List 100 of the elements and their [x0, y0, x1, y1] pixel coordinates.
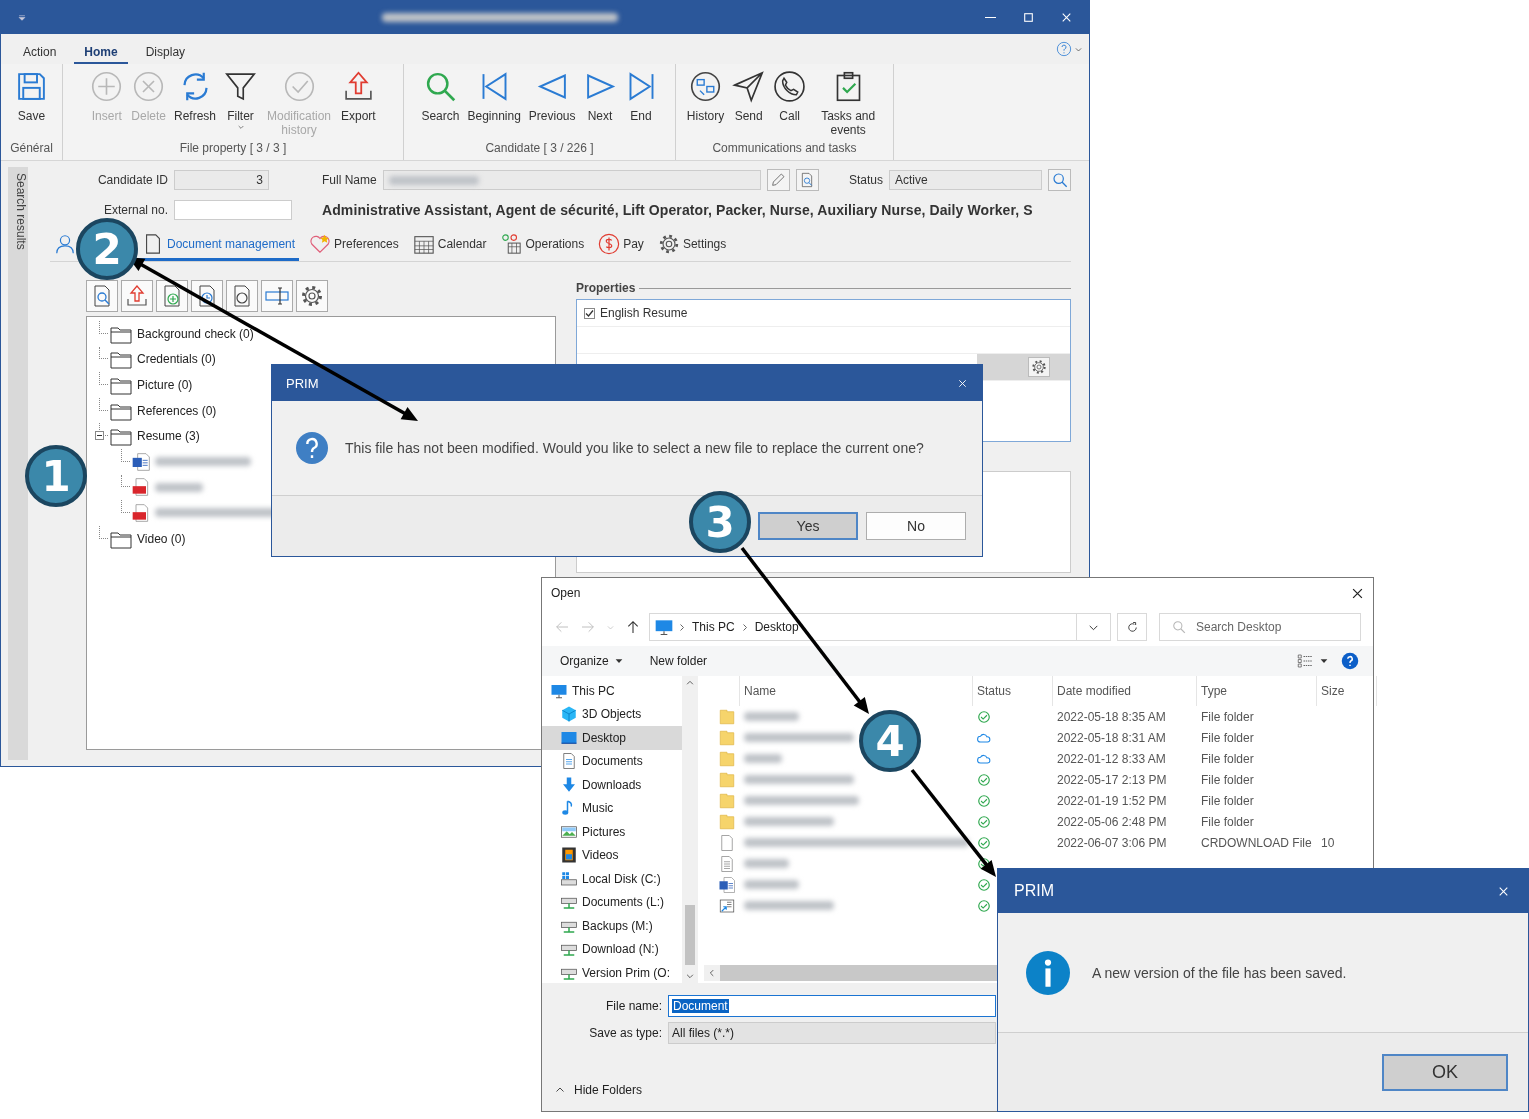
- edit-button[interactable]: [766, 169, 790, 191]
- column-header[interactable]: Size: [1317, 676, 1377, 706]
- nav-item[interactable]: Documents: [542, 749, 682, 773]
- nav-item[interactable]: Local Disk (C:): [542, 867, 682, 891]
- ribbon-button[interactable]: Refresh: [171, 68, 219, 125]
- column-header[interactable]: Type: [1197, 676, 1317, 706]
- nav-item[interactable]: This PC: [542, 679, 682, 703]
- nav-item[interactable]: Music: [542, 796, 682, 820]
- field-value: Document: [672, 998, 729, 1013]
- scrollbar-thumb[interactable]: [685, 905, 695, 965]
- tree-item[interactable]: Picture (0): [137, 378, 193, 392]
- tree-item[interactable]: Video (0): [137, 531, 186, 546]
- nav-item[interactable]: Version Prim (O:: [542, 961, 682, 983]
- section-tab[interactable]: Preferences: [305, 229, 403, 261]
- nav-item[interactable]: 3D Objects: [542, 702, 682, 726]
- close-button[interactable]: [957, 377, 968, 389]
- drive-icon: [560, 869, 578, 888]
- breadcrumb[interactable]: Desktop: [752, 620, 801, 634]
- settings-icon: [300, 284, 324, 308]
- table-cell-text: 2022-01-19 1:52 PM: [1056, 793, 1168, 808]
- refresh-button[interactable]: [1117, 613, 1147, 641]
- toolbar-button[interactable]: Organize: [560, 654, 624, 668]
- word-file-icon: [131, 451, 151, 472]
- callout-badge: 1: [25, 445, 87, 507]
- address-bar[interactable]: This PC Desktop: [649, 613, 1111, 641]
- side-tab[interactable]: Search results: [8, 167, 28, 760]
- ribbon-button[interactable]: End: [621, 68, 661, 125]
- table-cell-text: File folder: [1200, 709, 1255, 724]
- collapse-icon[interactable]: [95, 431, 104, 441]
- search-field[interactable]: Search Desktop: [1159, 613, 1361, 641]
- nav-item[interactable]: Downloads: [542, 773, 682, 797]
- dialog-button[interactable]: OK: [1382, 1053, 1508, 1091]
- dialog-button[interactable]: No: [866, 512, 966, 540]
- column-header[interactable]: Status: [973, 676, 1053, 706]
- dialog-message: A new version of the file has been saved.: [1092, 964, 1347, 981]
- text-file-icon: [718, 854, 736, 873]
- ribbon-button[interactable]: Save: [12, 68, 51, 125]
- clock-icon: [689, 70, 722, 103]
- search-button[interactable]: [1048, 169, 1071, 191]
- nav-item[interactable]: Pictures: [542, 820, 682, 844]
- documents-icon: [560, 752, 578, 771]
- name-field[interactable]: [382, 170, 761, 190]
- settings-button[interactable]: [1028, 357, 1050, 377]
- tree-item[interactable]: Background check (0): [137, 326, 254, 341]
- tree-connector: [99, 525, 108, 539]
- column-header[interactable]: Date modified: [1053, 676, 1197, 706]
- upload-icon: [125, 284, 149, 308]
- tree-connector: [99, 321, 108, 334]
- table-cell-text: 2022-05-18 8:31 AM: [1056, 730, 1167, 745]
- dialog-button[interactable]: Yes: [758, 512, 858, 540]
- file-name-field[interactable]: Document: [668, 994, 996, 1017]
- section-tab[interactable]: Operations: [496, 229, 589, 261]
- ribbon-button[interactable]: Previous: [525, 68, 579, 125]
- search-icon: [1172, 620, 1186, 634]
- toolbar-button[interactable]: [226, 280, 258, 312]
- toolbar-button[interactable]: [296, 280, 328, 312]
- id-field[interactable]: 3: [174, 170, 269, 190]
- nav-item[interactable]: Videos: [542, 843, 682, 867]
- nav-item[interactable]: Backups (M:): [542, 914, 682, 938]
- tree-connector: [121, 474, 130, 488]
- section-tab[interactable]: Settings: [653, 229, 731, 261]
- search-icon: [1051, 172, 1068, 188]
- ribbon-button[interactable]: Beginning: [464, 68, 524, 125]
- nav-item[interactable]: Desktop: [542, 726, 682, 750]
- menu-tab[interactable]: Display: [135, 41, 196, 64]
- forward-arrow-icon: [580, 619, 596, 635]
- ribbon-button[interactable]: Export: [338, 68, 379, 125]
- ribbon-button[interactable]: Call: [770, 68, 810, 125]
- breadcrumb[interactable]: This PC: [690, 620, 737, 634]
- checkbox[interactable]: [584, 307, 595, 319]
- checkbox-label: English Resume: [600, 306, 688, 320]
- file-type-select[interactable]: All files (*.*): [668, 1021, 996, 1044]
- toolbar-button[interactable]: [156, 280, 188, 312]
- field-label: Full Name: [322, 173, 377, 187]
- external-no-field[interactable]: [174, 200, 292, 220]
- tree-item[interactable]: Resume (3): [137, 429, 200, 444]
- toolbar-button[interactable]: New folder: [649, 654, 708, 668]
- status-field[interactable]: Active: [889, 170, 1042, 190]
- preview-button[interactable]: [795, 169, 819, 191]
- tree-item[interactable]: References (0): [137, 403, 217, 418]
- ribbon-button[interactable]: Tasks and events: [811, 68, 886, 139]
- help-button[interactable]: [1341, 652, 1359, 670]
- caret-icon: [1319, 656, 1329, 666]
- menu-tab[interactable]: Action: [13, 41, 67, 64]
- hide-folders-button[interactable]: Hide Folders: [554, 1083, 643, 1097]
- ribbon-button[interactable]: Search: [418, 68, 463, 125]
- ribbon-button[interactable]: Send: [729, 68, 769, 125]
- section-tab[interactable]: Pay: [594, 229, 648, 261]
- section-title: Properties: [576, 281, 636, 295]
- tree-item[interactable]: Credentials (0): [137, 352, 216, 367]
- ribbon-button[interactable]: History: [683, 68, 728, 125]
- section-tab[interactable]: Calendar: [408, 229, 491, 261]
- pencil-icon: [770, 172, 787, 188]
- ribbon-button[interactable]: Next: [580, 68, 620, 125]
- nav-item[interactable]: Documents (L:): [542, 890, 682, 914]
- pdf-file-icon: [131, 502, 151, 523]
- ribbon-button[interactable]: Filter: [221, 68, 260, 139]
- view-button[interactable]: [1296, 652, 1329, 670]
- chevron-down-icon: [685, 971, 695, 981]
- nav-item[interactable]: Download (N:): [542, 937, 682, 961]
